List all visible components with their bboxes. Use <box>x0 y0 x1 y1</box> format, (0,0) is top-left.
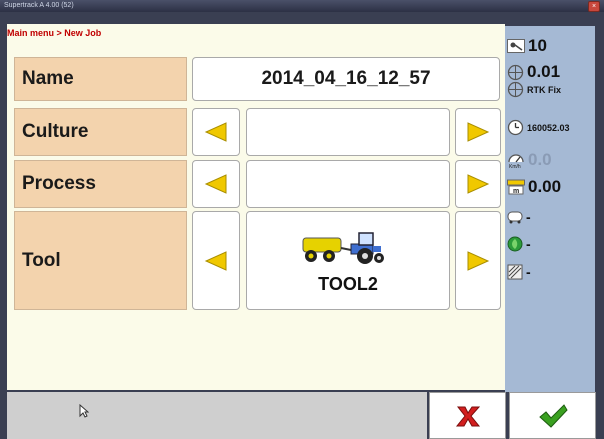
window-title: Supertrack A 4.00 (52) <box>4 2 74 9</box>
speed-status: Km/h 0.0 <box>507 150 552 170</box>
cancel-icon <box>455 406 480 426</box>
pattern-icon <box>507 264 523 280</box>
time-status: 160052.03 <box>507 119 570 136</box>
ruler-icon: m <box>507 179 525 195</box>
status-row-3: - <box>507 264 531 280</box>
status-value-1: - <box>526 209 531 225</box>
tool-label: Tool <box>14 211 187 310</box>
name-field[interactable]: 2014_04_16_12_57 <box>192 57 500 101</box>
precision-value: 0.01 <box>527 62 561 81</box>
status-value-2: - <box>526 236 531 252</box>
window-close-button[interactable]: × <box>588 1 600 12</box>
arrow-right-icon <box>467 174 490 194</box>
precision-status: 0.01 <box>507 62 560 82</box>
arrow-left-icon <box>204 174 227 194</box>
speedometer-icon: Km/h <box>508 154 524 169</box>
cancel-button[interactable] <box>429 392 506 439</box>
svg-text:Km/h: Km/h <box>509 164 521 169</box>
process-prev-button[interactable] <box>192 160 240 208</box>
tank-icon <box>507 211 523 224</box>
satellite-icon <box>507 39 525 53</box>
status-value-3: - <box>526 264 531 280</box>
distance-status: m 0.00 <box>507 177 561 197</box>
satellites-status: 10 <box>507 36 547 56</box>
tool-next-button[interactable] <box>455 211 501 310</box>
status-row-1: - <box>507 209 531 225</box>
culture-field[interactable] <box>246 108 450 156</box>
time-value: 160052.03 <box>527 122 570 133</box>
cursor-icon <box>79 404 89 418</box>
status-row-2: - <box>507 236 531 252</box>
rtk-icon <box>507 81 524 98</box>
satellites-value: 10 <box>528 36 547 55</box>
tool-prev-button[interactable] <box>192 211 240 310</box>
name-label: Name <box>14 57 187 101</box>
process-field[interactable] <box>246 160 450 208</box>
arrow-right-icon <box>467 122 490 142</box>
tool-value: TOOL2 <box>318 274 378 294</box>
arrow-left-icon <box>204 250 227 271</box>
process-next-button[interactable] <box>455 160 501 208</box>
fix-value: RTK Fix <box>527 84 562 95</box>
ok-button[interactable] <box>509 392 596 439</box>
culture-next-button[interactable] <box>455 108 501 156</box>
arrow-left-icon <box>204 122 227 142</box>
breadcrumb: Main menu > New Job <box>7 28 102 38</box>
speed-value: 0.0 <box>528 150 552 169</box>
window-titlebar: Supertrack A 4.00 (52) × <box>0 0 604 12</box>
culture-label: Culture <box>14 108 187 156</box>
culture-prev-button[interactable] <box>192 108 240 156</box>
svg-text:m: m <box>513 188 519 195</box>
tool-field[interactable]: TOOL2 <box>246 211 450 310</box>
arrow-right-icon <box>467 250 490 271</box>
plant-icon <box>507 236 523 252</box>
distance-value: 0.00 <box>528 177 562 196</box>
ok-icon <box>538 403 568 428</box>
crosshair-icon <box>507 64 524 80</box>
clock-icon <box>507 119 524 136</box>
bottom-bar <box>7 392 427 439</box>
process-label: Process <box>14 160 187 208</box>
fix-status: RTK Fix <box>507 81 561 98</box>
tractor-tool-icon <box>302 232 384 264</box>
